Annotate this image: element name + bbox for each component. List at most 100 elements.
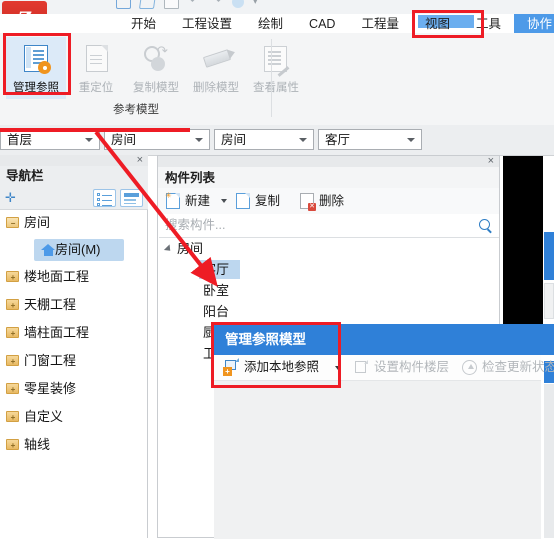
component-type-select-value: 房间	[221, 133, 247, 147]
add-local-reference-label: 添加本地参照	[244, 360, 320, 374]
cloud-icon[interactable]	[232, 0, 244, 8]
component-list-title: 构件列表	[165, 171, 216, 185]
nav-item-door-window-works[interactable]: + 门窗工程	[0, 347, 148, 375]
chevron-down-icon[interactable]	[221, 199, 227, 203]
check-update-status-icon	[462, 360, 477, 375]
folder-icon: +	[6, 439, 19, 450]
nav-item-wall-column-works[interactable]: + 墙柱面工程	[0, 319, 148, 347]
chevron-down-icon[interactable]	[335, 366, 341, 370]
manage-reference-model-dialog: 管理参照模型 + 添加本地参照 设置构件楼层 检查更新状态	[214, 324, 554, 539]
nav-item-misc-decoration[interactable]: + 零星装修	[0, 375, 148, 403]
nav-item-label: 轴线	[24, 437, 51, 452]
copy-model-icon: ↷	[141, 44, 171, 74]
dialog-title: 管理参照模型	[225, 332, 306, 347]
dialog-toolbar: + 添加本地参照 设置构件楼层 检查更新状态	[214, 355, 554, 407]
new-component-label: 新建	[185, 194, 211, 208]
nav-panel-toolbar: ✛	[0, 186, 148, 210]
nav-item-axis[interactable]: + 轴线	[0, 431, 148, 459]
manage-reference-icon	[21, 44, 51, 74]
tab-collaboration[interactable]: 协作	[514, 14, 554, 33]
copy-model-label: 复制模型	[133, 82, 179, 94]
manage-reference-button[interactable]: 管理参照	[6, 37, 66, 99]
ribbon-group-divider	[271, 39, 272, 117]
chevron-down-icon[interactable]	[163, 244, 174, 254]
tab-project-settings[interactable]: 工程设置	[169, 14, 245, 33]
new-document-icon: ✳	[165, 192, 180, 209]
component-type-select[interactable]: 房间	[214, 129, 314, 150]
list-view-icon[interactable]	[93, 189, 116, 207]
nav-item-floor-works[interactable]: + 楼地面工程	[0, 263, 148, 291]
folder-icon: +	[6, 383, 19, 394]
right-edge-panel-body	[544, 283, 554, 319]
save-icon[interactable]	[164, 0, 179, 9]
component-item-bedroom[interactable]: 卧室	[159, 280, 499, 301]
view-properties-icon	[261, 44, 291, 77]
copy-component-label: 复制	[255, 194, 281, 208]
new-icon[interactable]	[116, 0, 131, 9]
dialog-titlebar: 管理参照模型	[214, 324, 554, 355]
component-item-balcony[interactable]: 阳台	[159, 301, 499, 322]
check-update-status-label: 检查更新状态	[482, 360, 554, 374]
nav-item-room-m[interactable]: 房间(M)	[0, 237, 148, 263]
search-icon[interactable]	[479, 219, 490, 230]
home-icon	[41, 244, 55, 256]
delete-model-button[interactable]: 删除模型	[186, 37, 246, 99]
detail-view-icon[interactable]	[120, 189, 143, 207]
redo-icon[interactable]: ↷	[210, 0, 223, 8]
tab-quantity[interactable]: 工程量	[348, 14, 412, 33]
delete-model-icon	[201, 44, 232, 74]
chevron-down-icon	[195, 138, 203, 142]
relocate-button[interactable]: 重定位	[66, 37, 126, 99]
copy-model-button[interactable]: ↷ 复制模型	[126, 37, 186, 99]
nav-item-custom[interactable]: + 自定义	[0, 403, 148, 431]
nav-item-ceiling-works[interactable]: + 天棚工程	[0, 291, 148, 319]
right-edge-panel-accent	[544, 232, 554, 280]
drawing-canvas-region	[503, 156, 543, 324]
component-group-room[interactable]: 房间	[159, 238, 499, 259]
component-select[interactable]: 客厅	[318, 129, 422, 150]
component-group-label: 房间	[177, 241, 204, 256]
component-item-living-room[interactable]: 客厅	[159, 259, 499, 280]
add-plus-icon[interactable]: ✛	[5, 191, 23, 205]
folder-icon: +	[6, 327, 19, 338]
folder-icon: +	[6, 411, 19, 422]
tab-tools[interactable]: 工具	[463, 14, 514, 33]
nav-item-label: 门窗工程	[24, 353, 77, 368]
tab-start[interactable]: 开始	[118, 14, 169, 33]
floor-select[interactable]: 首层	[0, 129, 100, 150]
close-icon[interactable]: ×	[137, 154, 143, 166]
nav-item-label: 房间	[24, 215, 51, 230]
dialog-body	[214, 380, 541, 539]
nav-item-room[interactable]: − 房间	[0, 209, 148, 237]
view-properties-button[interactable]: 查看属性	[246, 37, 306, 99]
manage-reference-label: 管理参照	[13, 82, 59, 94]
relocate-label: 重定位	[78, 82, 114, 94]
close-icon[interactable]: ×	[488, 155, 494, 167]
search-input[interactable]: 搜索构件...	[159, 214, 499, 238]
component-select-value: 客厅	[325, 133, 351, 147]
tab-draw[interactable]: 绘制	[245, 14, 296, 33]
set-component-floor-icon	[354, 359, 369, 375]
navigation-tree: − 房间 房间(M) + 楼地面工程 + 天棚工程 + 墙柱面工程 + 门窗工程…	[0, 209, 148, 538]
component-item-label: 客厅	[203, 262, 230, 277]
tab-view[interactable]: 视图	[412, 14, 463, 33]
folder-icon: +	[6, 299, 19, 310]
nav-item-label: 自定义	[24, 409, 64, 424]
nav-item-label: 天棚工程	[24, 297, 77, 312]
ribbon-tab-bar: 开始 工程设置 绘制 CAD 工程量 视图 工具 协作	[0, 14, 554, 34]
navigation-panel: × 导航栏 ✛ − 房间 房间(M) + 楼地面工程 + 天棚工程 + 墙柱面工…	[0, 154, 148, 538]
component-list-toolbar: ✳ 新建 复制 ✕ 删除	[158, 188, 499, 215]
edit-icon[interactable]	[138, 0, 157, 9]
nav-panel-title: 导航栏	[6, 169, 44, 183]
quick-access-toolbar: ↶ ↷ ▾	[0, 0, 554, 15]
component-item-label: 卧室	[203, 283, 230, 298]
set-component-floor-label: 设置构件楼层	[374, 360, 450, 374]
ribbon-group-reference-model: 管理参照 重定位 ↷ 复制模型 删除模型 查看属性 参考模型	[0, 33, 299, 125]
delete-component-label: 删除	[319, 194, 345, 208]
folder-icon: +	[6, 355, 19, 366]
tab-cad[interactable]: CAD	[296, 14, 348, 33]
customize-icon[interactable]: ▾	[253, 0, 266, 8]
component-item-label: 阳台	[203, 304, 230, 319]
category-select[interactable]: 房间	[104, 129, 210, 150]
undo-icon[interactable]: ↶	[188, 0, 201, 8]
